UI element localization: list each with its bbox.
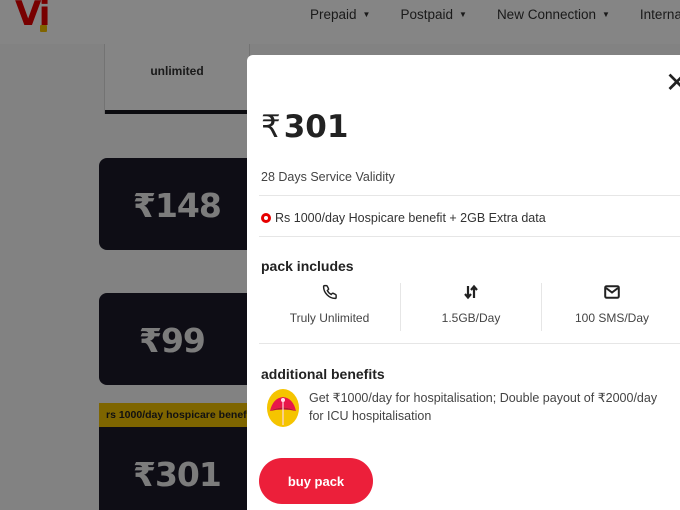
include-data: 1.5GB/Day [400, 283, 541, 331]
divider [259, 195, 680, 196]
plan-details-modal: ✕ ₹301 28 Days Service Validity Rs 1000/… [247, 55, 680, 510]
highlight-benefit: Rs 1000/day Hospicare benefit + 2GB Extr… [261, 211, 546, 225]
phone-icon [259, 283, 400, 301]
rupee-symbol: ₹ [261, 109, 281, 145]
include-label: 100 SMS/Day [574, 311, 650, 325]
buy-pack-button[interactable]: buy pack [259, 458, 373, 504]
include-calls: Truly Unlimited [259, 283, 400, 331]
red-bullet-icon [261, 213, 271, 223]
highlight-benefit-text: Rs 1000/day Hospicare benefit + 2GB Extr… [275, 211, 546, 225]
modal-price: ₹301 [261, 109, 348, 145]
pack-includes-title: pack includes [261, 258, 354, 274]
additional-benefit-item: Get ₹1000/day for hospitalisation; Doubl… [267, 389, 669, 427]
umbrella-icon [267, 389, 299, 427]
include-label: 1.5GB/Day [441, 311, 501, 325]
service-validity: 28 Days Service Validity [261, 170, 395, 184]
close-icon[interactable]: ✕ [665, 69, 680, 97]
include-label: Truly Unlimited [289, 311, 370, 325]
divider [259, 343, 680, 344]
include-sms: 100 SMS/Day [541, 283, 680, 331]
additional-benefits-title: additional benefits [261, 366, 385, 382]
pack-includes-list: Truly Unlimited 1.5GB/Day 100 SMS/Day [259, 283, 680, 331]
mail-icon [542, 283, 680, 301]
divider [259, 236, 680, 237]
price-value: 301 [283, 109, 349, 145]
data-arrows-icon [401, 283, 541, 301]
additional-benefit-text: Get ₹1000/day for hospitalisation; Doubl… [309, 391, 658, 423]
